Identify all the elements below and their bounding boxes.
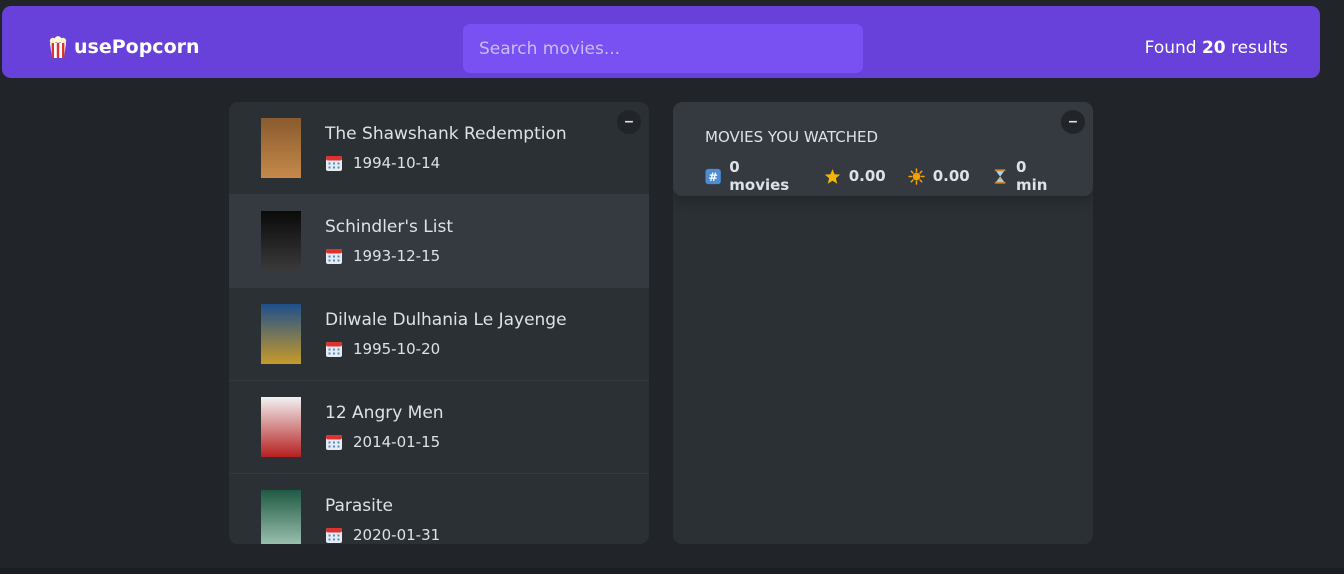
calendar-icon (326, 528, 342, 543)
star-icon (824, 168, 840, 184)
movie-title: 12 Angry Men (325, 403, 444, 423)
movie-release: 1995-10-20 (325, 340, 567, 358)
movie-info: Schindler's List 1993-12-15 (325, 217, 453, 265)
calendar-icon (326, 156, 342, 171)
movie-list-item[interactable]: Dilwale Dulhania Le Jayenge 1995-10-20 (229, 288, 649, 381)
movie-title: Dilwale Dulhania Le Jayenge (325, 310, 567, 330)
popcorn-icon (49, 36, 67, 58)
stat-runtime: 0 min (992, 158, 1061, 194)
calendar-icon (326, 342, 342, 357)
sun-icon (907, 167, 925, 185)
stat-user-value: 0.00 (932, 167, 970, 185)
movie-list-item[interactable]: Schindler's List 1993-12-15 (229, 195, 649, 288)
movie-list-box: – The Shawshank Redemption 1994-10-14 Schi… (229, 102, 649, 544)
bottom-edge (0, 568, 1344, 574)
movie-poster (261, 397, 301, 457)
movie-date: 2014-01-15 (353, 433, 441, 451)
movie-title: Schindler's List (325, 217, 454, 237)
movie-list-item[interactable]: 12 Angry Men 2014-01-15 (229, 381, 649, 474)
watched-box: – MOVIES YOU WATCHED # 0 movies 0.00 0.0… (673, 102, 1093, 544)
stat-imdb-value: 0.00 (848, 167, 886, 185)
movie-poster (261, 211, 301, 271)
movie-date: 2020-01-31 (353, 526, 441, 544)
movie-info: 12 Angry Men 2014-01-15 (325, 403, 444, 451)
movie-release: 1994-10-14 (325, 154, 567, 172)
movie-list-item[interactable]: Parasite 2020-01-31 (229, 474, 649, 544)
movie-info: Parasite 2020-01-31 (325, 496, 440, 544)
app-title: usePopcorn (74, 36, 200, 58)
stat-imdb-rating: 0.00 (824, 158, 886, 194)
movie-list-item[interactable]: The Shawshank Redemption 1994-10-14 (229, 102, 649, 195)
stat-movies-value: 0 movies (729, 158, 790, 194)
movie-date: 1994-10-14 (353, 154, 441, 172)
search-input[interactable] (463, 24, 863, 73)
movie-date: 1995-10-20 (353, 340, 441, 358)
logo: usePopcorn (46, 32, 200, 62)
collapse-button[interactable]: – (617, 110, 641, 134)
watched-summary: MOVIES YOU WATCHED # 0 movies 0.00 0.00 … (673, 102, 1093, 196)
stat-movies: # 0 movies (705, 158, 802, 194)
hash-icon: # (705, 168, 721, 184)
movie-title: Parasite (325, 496, 394, 516)
svg-text:#: # (708, 169, 718, 183)
results-prefix: Found (1144, 38, 1197, 58)
movie-date: 1993-12-15 (353, 247, 441, 265)
movie-release: 2014-01-15 (325, 433, 444, 451)
movie-info: Dilwale Dulhania Le Jayenge 1995-10-20 (325, 310, 567, 358)
results-count: Found 20 results (1145, 38, 1288, 58)
movie-info: The Shawshank Redemption 1994-10-14 (325, 124, 567, 172)
movie-title: The Shawshank Redemption (325, 124, 567, 144)
movie-poster (261, 490, 301, 544)
stat-runtime-value: 0 min (1015, 158, 1048, 194)
summary-stats: # 0 movies 0.00 0.00 0 min (705, 158, 1061, 194)
stat-user-rating: 0.00 (907, 158, 970, 194)
movie-poster (261, 118, 301, 178)
movie-release: 2020-01-31 (325, 526, 440, 544)
movie-release: 1993-12-15 (325, 247, 453, 265)
collapse-button[interactable]: – (1061, 110, 1085, 134)
hourglass-icon (994, 168, 1006, 184)
results-number: 20 (1201, 38, 1226, 58)
movie-poster (261, 304, 301, 364)
results-suffix: results (1231, 38, 1288, 58)
calendar-icon (326, 435, 342, 450)
top-nav: usePopcorn Found 20 results (2, 6, 1320, 78)
movie-list: The Shawshank Redemption 1994-10-14 Schind… (229, 102, 649, 544)
calendar-icon (326, 249, 342, 264)
summary-title: MOVIES YOU WATCHED (705, 128, 879, 146)
